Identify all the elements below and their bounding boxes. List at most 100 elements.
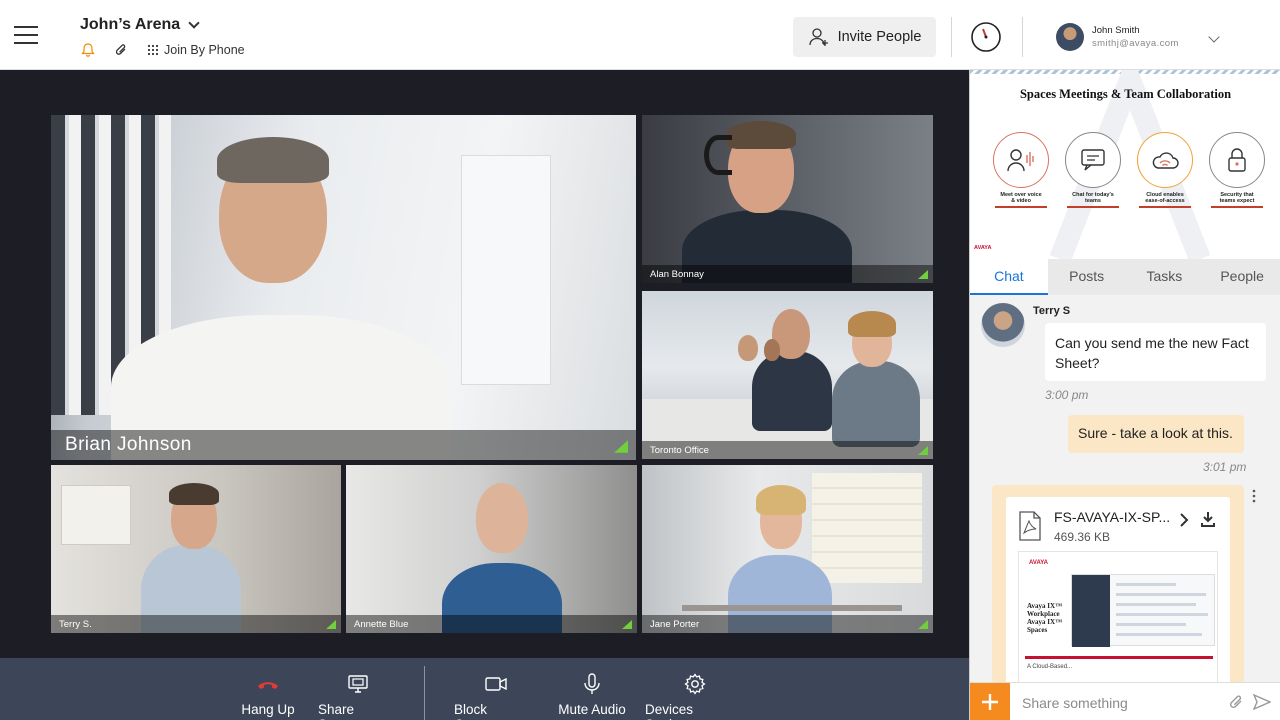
feature-voice-video: Meet over voice & video xyxy=(992,132,1050,208)
video-tile-brian-johnson[interactable]: Brian Johnson xyxy=(51,115,636,460)
timer-icon[interactable] xyxy=(970,21,1002,53)
participant-name: Alan Bonnay xyxy=(650,269,704,280)
gear-icon xyxy=(684,673,706,695)
message-composer xyxy=(970,682,1280,720)
room-tools: Join By Phone xyxy=(80,42,245,58)
device-settings-button[interactable]: Devices Settings xyxy=(645,672,745,720)
message-timestamp: 3:00 pm xyxy=(1045,388,1089,402)
share-screen-button[interactable]: Share Screen xyxy=(318,672,398,720)
join-by-phone-link[interactable]: Join By Phone xyxy=(146,43,245,57)
more-options-icon[interactable] xyxy=(1252,489,1256,503)
preview-screenshot xyxy=(1071,574,1215,647)
video-tile-annette-blue[interactable]: Annette Blue xyxy=(346,465,637,633)
lock-icon xyxy=(1209,132,1265,188)
dialpad-icon xyxy=(147,44,159,56)
file-attachment-card[interactable]: FS-AVAYA-IX-SP... 469.36 KB AVAYA Avaya … xyxy=(992,485,1244,683)
user-name: John Smith xyxy=(1092,25,1140,36)
share-something-input[interactable] xyxy=(1022,692,1222,714)
share-screen-label: Share Screen xyxy=(318,702,361,720)
chevron-down-icon[interactable] xyxy=(1208,31,1220,43)
promo-banner: Spaces Meetings & Team Collaboration Mee… xyxy=(970,70,1280,259)
signal-strength-icon xyxy=(614,440,628,453)
room-title: John’s Arena xyxy=(80,16,181,33)
preview-title: Avaya IX™ Workplace Avaya IX™ Spaces xyxy=(1027,602,1063,634)
video-tile-toronto-office[interactable]: Toronto Office xyxy=(642,291,933,459)
name-bar xyxy=(51,615,341,633)
preview-divider xyxy=(1025,656,1213,659)
monitor-backdrop xyxy=(461,155,551,385)
outgoing-message: Sure - take a look at this. xyxy=(1068,415,1244,453)
chat-icon xyxy=(1065,132,1121,188)
camera-icon xyxy=(485,677,507,691)
controls-divider xyxy=(424,666,425,720)
signal-strength-icon xyxy=(918,620,928,629)
participant-name: Brian Johnson xyxy=(65,434,192,455)
signal-strength-icon xyxy=(622,620,632,629)
user-menu[interactable]: John Smith smithj@avaya.com xyxy=(1056,23,1179,51)
participant-name: Toronto Office xyxy=(650,445,709,456)
preview-brand: AVAYA xyxy=(1029,560,1049,566)
tab-tasks[interactable]: Tasks xyxy=(1126,259,1204,295)
incoming-message: Can you send me the new Fact Sheet? xyxy=(1045,323,1266,381)
participant-name: Annette Blue xyxy=(354,619,409,630)
avatar[interactable] xyxy=(981,303,1025,347)
call-controls-bar: Hang Up Share Screen Block Camera Mute A… xyxy=(0,658,969,720)
join-by-phone-label: Join By Phone xyxy=(164,43,245,57)
feature-cloud: Cloud enables ease-of-access xyxy=(1136,132,1194,208)
invite-people-button[interactable]: Invite People xyxy=(793,17,936,57)
feature-caption: Security that teams expect xyxy=(1219,192,1255,204)
mute-audio-button[interactable]: Mute Audio xyxy=(557,672,627,717)
user-email: smithj@avaya.com xyxy=(1092,38,1179,49)
cloud-icon xyxy=(1137,132,1193,188)
feature-underline xyxy=(995,206,1047,208)
corkboard-backdrop xyxy=(812,473,922,583)
paperclip-icon[interactable] xyxy=(1228,693,1244,711)
hang-up-label: Hang Up xyxy=(241,702,295,717)
banner-brand-logo: AVAYA xyxy=(974,245,992,251)
hamburger-icon[interactable] xyxy=(14,26,38,44)
device-settings-label: Devices Settings xyxy=(645,702,694,720)
video-tile-alan-bonnay[interactable]: Alan Bonnay xyxy=(642,115,933,283)
add-content-button[interactable] xyxy=(970,683,1010,720)
participant-name: Jane Porter xyxy=(650,619,700,630)
add-person-icon xyxy=(808,28,828,46)
video-tile-jane-porter[interactable]: Jane Porter xyxy=(642,465,933,633)
signal-strength-icon xyxy=(326,620,336,629)
feature-chat: Chat for today’s teams xyxy=(1064,132,1122,208)
bell-icon[interactable] xyxy=(80,42,96,58)
video-tile-terry-s[interactable]: Terry S. xyxy=(51,465,341,633)
tab-chat[interactable]: Chat xyxy=(970,259,1048,295)
message-timestamp: 3:01 pm xyxy=(1203,460,1247,474)
download-icon[interactable] xyxy=(1200,511,1216,527)
hang-up-button[interactable]: Hang Up xyxy=(241,672,295,717)
mute-audio-label: Mute Audio xyxy=(558,702,626,717)
avatar xyxy=(1056,23,1084,51)
block-camera-button[interactable]: Block Camera xyxy=(454,672,538,720)
feature-security: Security that teams expect xyxy=(1208,132,1266,208)
file-preview-thumbnail[interactable]: AVAYA Avaya IX™ Workplace Avaya IX™ Space… xyxy=(1018,551,1218,683)
file-attachment[interactable]: FS-AVAYA-IX-SP... 469.36 KB AVAYA Avaya … xyxy=(1006,497,1230,683)
feature-underline xyxy=(1139,206,1191,208)
share-screen-icon xyxy=(348,675,368,693)
participant-name: Terry S. xyxy=(59,619,92,630)
top-header: John’s Arena Join By Phone Invite People xyxy=(0,0,1280,70)
tab-people[interactable]: People xyxy=(1203,259,1280,295)
hang-up-icon xyxy=(258,682,278,689)
paperclip-icon[interactable] xyxy=(114,42,128,58)
panel-tabs: Chat Posts Tasks People xyxy=(970,259,1280,295)
invite-people-label: Invite People xyxy=(837,29,922,45)
feature-caption: Chat for today’s teams xyxy=(1072,192,1114,204)
board-backdrop xyxy=(61,485,131,545)
chat-thread[interactable]: Terry S Can you send me the new Fact She… xyxy=(970,295,1280,683)
feature-underline xyxy=(1067,206,1119,208)
tab-posts[interactable]: Posts xyxy=(1048,259,1126,295)
send-icon[interactable] xyxy=(1253,694,1271,710)
message-sender: Terry S xyxy=(1033,305,1071,317)
banner-title: Spaces Meetings & Team Collaboration xyxy=(1019,87,1232,101)
file-name: FS-AVAYA-IX-SP... xyxy=(1054,509,1171,525)
room-title-dropdown[interactable]: John’s Arena xyxy=(80,16,200,34)
plus-icon xyxy=(982,694,998,710)
chevron-right-icon[interactable] xyxy=(1178,513,1190,527)
voice-video-icon xyxy=(993,132,1049,188)
block-camera-label: Block Camera xyxy=(454,702,502,720)
